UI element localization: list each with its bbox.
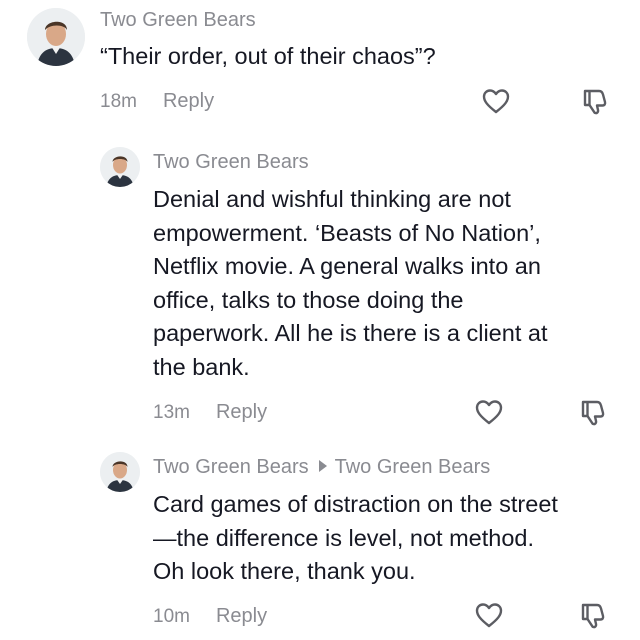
comment-author[interactable]: Two Green Bears	[100, 8, 256, 32]
dislike-button[interactable]	[580, 86, 610, 116]
avatar-image	[100, 147, 140, 187]
avatar[interactable]	[100, 452, 140, 492]
reply-button[interactable]: Reply	[216, 604, 267, 628]
reply-button[interactable]: Reply	[163, 89, 214, 113]
comment-author: Two Green Bears Two Green Bears	[153, 455, 490, 479]
comment-text: Card games of distraction on the street …	[153, 491, 558, 584]
author-name[interactable]: Two Green Bears	[153, 151, 309, 173]
comment-text: “Their order, out of their chaos”?	[100, 43, 436, 69]
dislike-button[interactable]	[578, 600, 608, 630]
comment-author[interactable]: Two Green Bears	[153, 150, 309, 174]
like-button[interactable]	[481, 86, 511, 116]
caret-right-icon	[318, 460, 327, 472]
comment-timestamp: 13m	[153, 402, 190, 423]
author-name[interactable]: Two Green Bears	[153, 456, 309, 478]
thumbs-down-outline-icon	[583, 89, 607, 115]
like-button[interactable]	[474, 600, 504, 630]
comment-meta: 10m Reply	[153, 604, 267, 629]
heart-outline-icon	[482, 89, 510, 114]
like-button[interactable]	[474, 397, 504, 427]
avatar-image	[27, 8, 85, 66]
comment-2: Two Green Bears Denial and wishful think…	[0, 130, 640, 450]
avatar[interactable]	[100, 147, 140, 187]
reply-button[interactable]: Reply	[216, 400, 267, 424]
comment-meta: 18m Reply	[100, 89, 214, 114]
comment-timestamp: 10m	[153, 606, 190, 627]
dislike-button[interactable]	[578, 397, 608, 427]
comment-1: Two Green Bears “Their order, out of the…	[0, 0, 640, 130]
heart-outline-icon	[475, 400, 503, 425]
avatar-image	[100, 452, 140, 492]
comment-3: Two Green Bears Two Green Bears Card game…	[0, 440, 640, 640]
comment-text: Denial and wishful thinking are not empo…	[153, 186, 548, 380]
comment-meta: 13m Reply	[153, 400, 267, 425]
heart-outline-icon	[475, 603, 503, 628]
avatar[interactable]	[27, 8, 85, 66]
author-name[interactable]: Two Green Bears	[100, 9, 256, 31]
thumbs-down-outline-icon	[581, 400, 605, 426]
thumbs-down-outline-icon	[581, 603, 605, 629]
reply-to-name[interactable]: Two Green Bears	[335, 456, 491, 478]
comment-timestamp: 18m	[100, 91, 137, 112]
